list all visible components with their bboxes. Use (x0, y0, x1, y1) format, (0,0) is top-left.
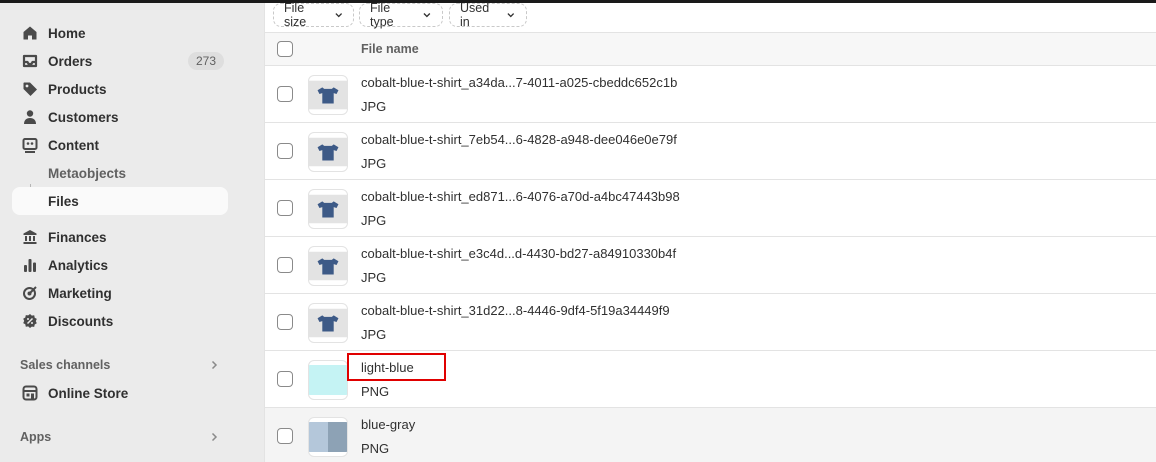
table-row[interactable]: cobalt-blue-t-shirt_31d22...8-4446-9df4-… (265, 294, 1156, 351)
discount-icon (20, 311, 40, 331)
sidebar-item-label: Analytics (48, 257, 109, 273)
sidebar-item-label: Customers (48, 109, 119, 125)
filter-label: Used in (460, 1, 490, 29)
section-label: Apps (20, 430, 52, 444)
tag-icon (20, 79, 40, 99)
sidebar-item-orders[interactable]: Orders 273 (12, 47, 228, 75)
row-checkbox[interactable] (277, 314, 293, 330)
tshirt-image (309, 194, 347, 224)
file-type: JPG (361, 99, 387, 114)
sales-channels-header[interactable]: Sales channels (12, 354, 228, 376)
filter-bar: File size File type Used in (265, 1, 1156, 33)
row-checkbox[interactable] (277, 143, 293, 159)
chart-bar-icon (20, 255, 40, 275)
sidebar-item-discounts[interactable]: Discounts (12, 307, 228, 335)
target-icon (20, 283, 40, 303)
sidebar-item-label: Home (48, 25, 86, 41)
table-row[interactable]: light-blue PNG (265, 351, 1156, 408)
file-thumbnail (308, 246, 348, 286)
file-name[interactable]: light-blue (361, 360, 414, 375)
chevron-right-icon (211, 360, 218, 370)
sidebar-item-label: Content (48, 137, 99, 153)
sidebar-item-products[interactable]: Products (12, 75, 228, 103)
filter-used-in[interactable]: Used in (449, 1, 527, 29)
sidebar-item-label: Marketing (48, 285, 112, 301)
file-type: JPG (361, 156, 387, 171)
chevron-down-icon (334, 13, 342, 18)
sidebar-item-finances[interactable]: Finances (12, 223, 228, 251)
row-checkbox[interactable] (277, 200, 293, 216)
inbox-icon (20, 51, 40, 71)
table-row[interactable]: cobalt-blue-t-shirt_e3c4d...d-4430-bd27-… (265, 237, 1156, 294)
sidebar-item-label: Products (48, 81, 107, 97)
file-name[interactable]: cobalt-blue-t-shirt_31d22...8-4446-9df4-… (361, 303, 670, 318)
file-name[interactable]: blue-gray (361, 417, 415, 432)
chevron-right-icon (211, 432, 218, 442)
orders-count-badge: 273 (187, 52, 224, 70)
select-all-checkbox[interactable] (277, 41, 293, 57)
blue-gray-swatch-right (328, 422, 347, 452)
table-row[interactable]: cobalt-blue-t-shirt_7eb54...6-4828-a948-… (265, 123, 1156, 180)
chevron-down-icon (423, 13, 431, 18)
filter-label: File size (284, 1, 307, 29)
content-icon (20, 135, 40, 155)
file-name[interactable]: cobalt-blue-t-shirt_7eb54...6-4828-a948-… (361, 132, 677, 147)
tshirt-image (309, 137, 347, 167)
file-name[interactable]: cobalt-blue-t-shirt_ed871...6-4076-a70d-… (361, 189, 680, 204)
row-checkbox[interactable] (277, 257, 293, 273)
row-checkbox[interactable] (277, 86, 293, 102)
sidebar-item-customers[interactable]: Customers (12, 103, 228, 131)
table-header: File name (265, 33, 1156, 66)
file-type: PNG (361, 384, 390, 399)
sidebar-item-label: Finances (48, 229, 107, 245)
file-thumbnail (308, 132, 348, 172)
table-row[interactable]: cobalt-blue-t-shirt_a34da...7-4011-a025-… (265, 66, 1156, 123)
person-icon (20, 107, 40, 127)
file-type: JPG (361, 327, 387, 342)
table-row[interactable]: cobalt-blue-t-shirt_ed871...6-4076-a70d-… (265, 180, 1156, 237)
light-blue-swatch (309, 365, 347, 395)
tshirt-image (309, 251, 347, 281)
row-checkbox[interactable] (277, 371, 293, 387)
sidebar-item-label: Orders (48, 53, 93, 69)
sidebar-item-label: Files (48, 193, 79, 209)
file-thumbnail (308, 360, 348, 400)
filter-label: File type (370, 1, 394, 29)
chevron-down-icon (507, 13, 515, 18)
filter-file-size[interactable]: File size (273, 1, 354, 29)
tshirt-image (309, 80, 347, 110)
bank-icon (20, 227, 40, 247)
file-name[interactable]: cobalt-blue-t-shirt_e3c4d...d-4430-bd27-… (361, 246, 676, 261)
sidebar-item-home[interactable]: Home (12, 19, 228, 47)
table-row[interactable]: blue-gray PNG (265, 408, 1156, 462)
section-label: Sales channels (20, 358, 111, 372)
store-icon (20, 383, 40, 403)
apps-header[interactable]: Apps (12, 426, 228, 448)
home-icon (20, 23, 40, 43)
filter-file-type[interactable]: File type (359, 1, 443, 29)
file-type: PNG (361, 441, 390, 456)
sidebar-item-marketing[interactable]: Marketing (12, 279, 228, 307)
column-header-file-name[interactable]: File name (361, 42, 419, 56)
blue-gray-swatch-left (309, 422, 328, 452)
file-thumbnail (308, 303, 348, 343)
file-thumbnail (308, 189, 348, 229)
sidebar-item-online-store[interactable]: Online Store (12, 379, 228, 407)
sidebar-item-content[interactable]: Content (12, 131, 228, 159)
file-type: JPG (361, 270, 387, 285)
sidebar: Home Orders 273 Products Customers Conte… (0, 3, 240, 462)
file-name[interactable]: cobalt-blue-t-shirt_a34da...7-4011-a025-… (361, 75, 677, 90)
sidebar-item-analytics[interactable]: Analytics (12, 251, 228, 279)
file-thumbnail (308, 75, 348, 115)
sidebar-item-files[interactable]: Files (12, 187, 228, 215)
sidebar-item-label: Discounts (48, 313, 114, 329)
sidebar-item-label: Metaobjects (48, 165, 127, 181)
file-thumbnail (308, 417, 348, 457)
sidebar-item-label: Online Store (48, 385, 129, 401)
tshirt-image (309, 308, 347, 338)
files-main: File size File type Used in File name co… (264, 1, 1156, 462)
sidebar-item-metaobjects[interactable]: Metaobjects (12, 159, 228, 187)
row-checkbox[interactable] (277, 428, 293, 444)
file-type: JPG (361, 213, 387, 228)
